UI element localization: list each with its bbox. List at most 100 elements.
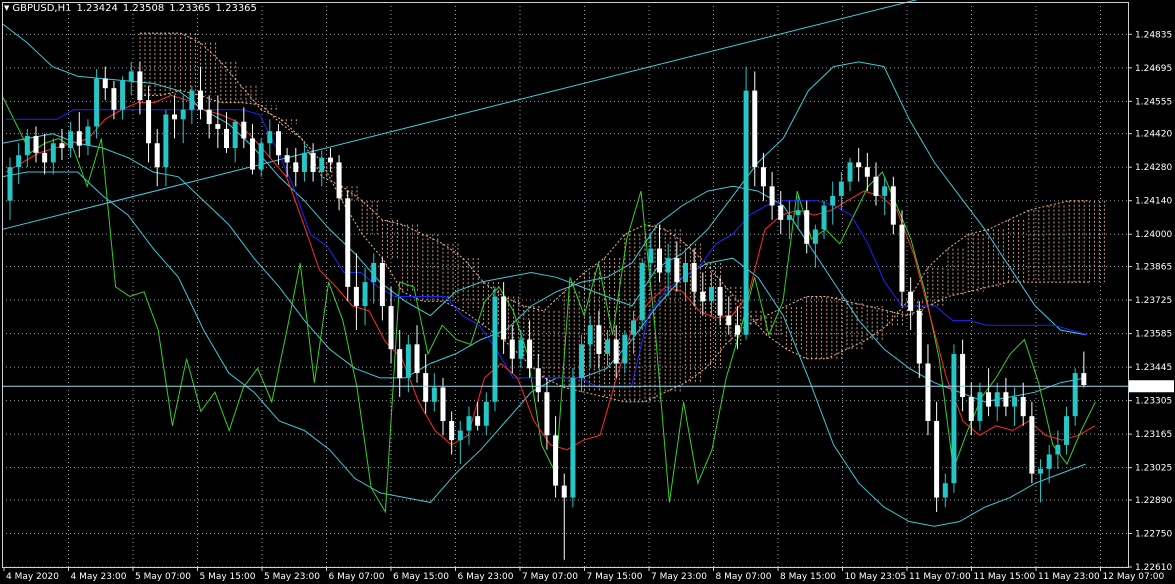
candle-body[interactable] [423, 373, 429, 402]
candle-body[interactable] [1081, 373, 1087, 386]
candle-body[interactable] [284, 155, 290, 163]
candle-body[interactable] [431, 387, 437, 402]
candle-body[interactable] [189, 90, 195, 110]
candle-body[interactable] [674, 258, 680, 283]
candle-body[interactable] [1046, 454, 1052, 469]
candle-body[interactable] [899, 224, 905, 292]
candle-body[interactable] [1055, 444, 1061, 455]
candle-body[interactable] [864, 167, 870, 177]
candle-body[interactable] [570, 377, 576, 498]
candle-body[interactable] [691, 262, 697, 292]
candle-body[interactable] [821, 205, 827, 230]
candle-body[interactable] [631, 320, 637, 335]
candle-body[interactable] [163, 114, 169, 168]
candle-body[interactable] [708, 286, 714, 302]
candle-body[interactable] [76, 131, 82, 146]
candle-body[interactable] [1012, 397, 1018, 407]
candle-body[interactable] [579, 344, 585, 378]
candle-body[interactable] [1072, 373, 1078, 417]
candle-body[interactable] [327, 157, 333, 163]
candle-body[interactable] [50, 143, 56, 163]
candle-body[interactable] [769, 186, 775, 206]
candle-body[interactable] [33, 136, 39, 153]
candle-body[interactable] [977, 392, 983, 421]
candle-body[interactable] [830, 195, 836, 206]
candle-body[interactable] [85, 126, 91, 146]
candle-body[interactable] [336, 162, 342, 199]
candle-body[interactable] [882, 186, 888, 196]
candle-body[interactable] [301, 152, 307, 172]
candle-body[interactable] [587, 325, 593, 345]
candle-body[interactable] [440, 387, 446, 421]
candle-body[interactable] [198, 90, 204, 110]
candle-body[interactable] [68, 131, 74, 149]
candle-body[interactable] [483, 401, 489, 426]
candle-body[interactable] [414, 344, 420, 374]
candle-body[interactable] [345, 198, 351, 287]
candle-body[interactable] [1064, 416, 1070, 445]
candle-body[interactable] [518, 339, 524, 359]
candle-body[interactable] [137, 71, 143, 101]
candle-body[interactable] [275, 131, 281, 156]
candle-body[interactable] [838, 181, 844, 196]
candle-body[interactable] [760, 167, 766, 187]
candle-body[interactable] [994, 392, 1000, 407]
candle-body[interactable] [371, 262, 377, 283]
candle-body[interactable] [986, 392, 992, 407]
candle-body[interactable] [648, 248, 654, 263]
candle-body[interactable] [388, 306, 394, 350]
candle-body[interactable] [951, 353, 957, 484]
candle-body[interactable] [596, 325, 602, 354]
candle-body[interactable] [379, 262, 385, 307]
candle-body[interactable] [535, 368, 541, 393]
candle-body[interactable] [639, 262, 645, 321]
candle-body[interactable] [1029, 416, 1035, 474]
candle-body[interactable] [752, 90, 758, 168]
candle-body[interactable] [613, 339, 619, 364]
candle-body[interactable] [778, 205, 784, 220]
candle-body[interactable] [249, 138, 255, 170]
candle-body[interactable] [1003, 392, 1009, 407]
candle-body[interactable] [908, 291, 914, 311]
candle-body[interactable] [501, 296, 507, 340]
candle-body[interactable] [102, 78, 108, 89]
candle-body[interactable] [59, 143, 65, 149]
candle-body[interactable] [873, 176, 879, 196]
candle-body[interactable] [856, 162, 862, 168]
candle-body[interactable] [1020, 397, 1026, 417]
candle-body[interactable] [353, 286, 359, 307]
candle-body[interactable] [258, 143, 264, 170]
candle-body[interactable] [267, 131, 273, 144]
candle-body[interactable] [232, 121, 238, 149]
candle-body[interactable] [561, 485, 567, 498]
candle-body[interactable] [224, 128, 229, 149]
candle-body[interactable] [605, 339, 611, 354]
candle-body[interactable] [319, 157, 325, 172]
candle-body[interactable] [527, 339, 533, 369]
candle-body[interactable] [804, 210, 810, 244]
candle-body[interactable] [146, 100, 152, 144]
candle-body[interactable] [665, 258, 671, 273]
candle-body[interactable] [734, 325, 740, 335]
candle-body[interactable] [24, 136, 30, 156]
candle-body[interactable] [700, 291, 706, 302]
chart-window[interactable]: ▼ GBPUSD,H1 1.23424 1.23508 1.23365 1.23365 1… [0, 0, 1175, 584]
candle-body[interactable] [925, 363, 931, 421]
candle-body[interactable] [717, 286, 723, 316]
candle-body[interactable] [241, 121, 247, 139]
candle-body[interactable] [206, 109, 212, 125]
candle-body[interactable] [405, 344, 411, 378]
candle-body[interactable] [509, 339, 515, 359]
candle-body[interactable] [916, 310, 922, 364]
candle-body[interactable] [657, 248, 662, 273]
candle-body[interactable] [786, 215, 792, 220]
candle-body[interactable] [449, 420, 455, 441]
candle-body[interactable] [795, 210, 801, 216]
candle-body[interactable] [622, 334, 628, 364]
candle-body[interactable] [743, 90, 749, 335]
candle-body[interactable] [1038, 468, 1044, 474]
candle-body[interactable] [7, 167, 13, 201]
candle-body[interactable] [362, 282, 368, 307]
candle-body[interactable] [180, 109, 186, 120]
candle-body[interactable] [682, 262, 688, 283]
